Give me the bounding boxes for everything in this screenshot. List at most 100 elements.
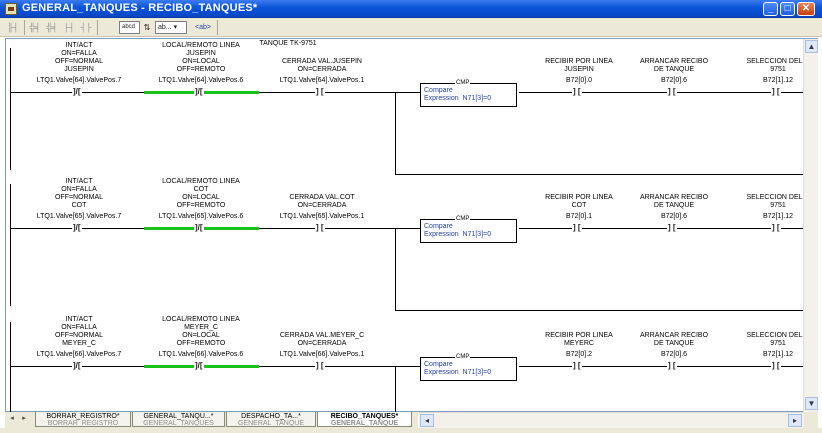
toolbar-separator	[24, 20, 25, 35]
vertical-scrollbar[interactable]: ▲ ▼	[803, 39, 818, 412]
branch-wire	[395, 228, 396, 310]
contact-description: CERRADA VAL.JUSEPIN ON=CERRADA	[281, 58, 362, 73]
contact-tag: LTQ1.Valve[66].ValvePos.6	[158, 351, 244, 358]
tab-general-tanque[interactable]: RECIBO_TANQUES* GENERAL_TANQUE	[317, 412, 412, 427]
rung-wire	[519, 92, 803, 93]
output-tag: B72[0].6	[660, 351, 688, 358]
compare-instruction-tag: CMP	[455, 354, 471, 361]
contact-description: INT/ACT ON=FALLA OFF=NORMAL MEYER_C	[54, 316, 104, 347]
contact-tag: LTQ1.Valve[64].ValvePos.1	[279, 77, 365, 84]
normally-closed-contact[interactable]: ]/[	[194, 224, 204, 232]
scroll-down-icon[interactable]: ▼	[805, 397, 818, 410]
branch-bottom-wire	[395, 174, 803, 175]
contact-tag: LTQ1.Valve[66].ValvePos.1	[279, 351, 365, 358]
tab-scroll-left-icon[interactable]: ◂	[7, 414, 17, 424]
title-bar[interactable]: GENERAL_TANQUES - RECIBO_TANQUES* _ □ ✕	[0, 0, 822, 18]
tab-general-tanque[interactable]: DESPACHO_TA...* GENERAL_TANQUE	[226, 412, 316, 427]
normally-open-contact[interactable]: ] [	[572, 88, 582, 96]
output-tag: B72[0].1	[565, 213, 593, 220]
close-button[interactable]: ✕	[797, 2, 815, 16]
contact-tag: LTQ1.Valve[64].ValvePos.7	[36, 77, 122, 84]
scroll-right-icon[interactable]: ▸	[788, 414, 802, 427]
compare-label: Compare	[424, 361, 453, 368]
contact-description: LOCAL/REMOTO LINEA JUSEPIN ON=LOCAL OFF=…	[162, 42, 240, 73]
toolbar-button-2[interactable]: ╬╡	[28, 21, 42, 34]
rung-wire	[519, 366, 803, 367]
tab-label: GENERAL_TANQU...*	[143, 413, 214, 420]
toolbar-button-4[interactable]: ├┤	[62, 21, 76, 34]
normally-closed-contact[interactable]: ]/[	[194, 88, 204, 96]
output-tag: B72[0].2	[565, 351, 593, 358]
normally-open-contact[interactable]: ] [	[572, 362, 582, 370]
toolbar-button-1[interactable]: ╟┤	[6, 21, 20, 34]
scroll-up-icon[interactable]: ▲	[805, 40, 818, 53]
chevron-down-icon: ▾	[173, 24, 178, 31]
rung-wire	[395, 366, 420, 367]
normally-closed-contact[interactable]: ]/[	[72, 224, 82, 232]
tab-borrar-registro[interactable]: BORRAR_REGISTRO* BORRAR_REGISTRO	[35, 412, 131, 427]
normally-open-contact[interactable]: ] [	[315, 88, 325, 96]
normally-open-contact[interactable]: ] [	[667, 88, 677, 96]
tab-ghost-label: GENERAL_TANQUE	[330, 420, 399, 427]
routine-tabbar: ◂ ▸ BORRAR_REGISTRO* BORRAR_REGISTRO GENER…	[5, 412, 418, 428]
contact-description: INT/ACT ON=FALLA OFF=NORMAL COT	[54, 178, 104, 209]
compare-instruction-tag: CMP	[455, 216, 471, 223]
normally-open-contact[interactable]: ] [	[771, 88, 781, 96]
swap-icon[interactable]: ⇅	[142, 21, 152, 34]
compare-expression: Expression N71[3]=0	[424, 369, 492, 376]
contact-description: CERRADA VAL.COT ON=CERRADA	[289, 194, 355, 209]
branch-wire	[395, 92, 396, 174]
output-description: ARRANCAR RECIBO DE TANQUE	[639, 332, 709, 347]
app-icon	[5, 3, 17, 15]
branch-bottom-wire	[395, 310, 803, 311]
normally-closed-contact[interactable]: ]/[	[72, 88, 82, 96]
normally-open-contact[interactable]: ] [	[667, 362, 677, 370]
contact-tag: LTQ1.Valve[66].ValvePos.7	[36, 351, 122, 358]
rung-wire	[395, 228, 420, 229]
output-description: ARRANCAR RECIBO DE TANQUE	[639, 58, 709, 73]
normally-open-contact[interactable]: ] [	[771, 224, 781, 232]
output-description: ARRANCAR RECIBO DE TANQUE	[639, 194, 709, 209]
output-tag: B72[0].6	[660, 77, 688, 84]
contact-description: LOCAL/REMOTO LINEA COT ON=LOCAL OFF=REMO…	[162, 178, 240, 209]
contact-tag: LTQ1.Valve[65].ValvePos.6	[158, 213, 244, 220]
horizontal-scrollbar[interactable]: ◂ ▸	[419, 412, 804, 428]
scrollbar-corner	[804, 412, 818, 428]
normally-open-contact[interactable]: ] [	[667, 224, 677, 232]
toolbar-button-5[interactable]: ┤├	[79, 21, 93, 34]
normally-open-contact[interactable]: ] [	[315, 362, 325, 370]
window-title: GENERAL_TANQUES - RECIBO_TANQUES*	[22, 2, 258, 14]
description-dropdown[interactable]: ab... ▾	[155, 21, 187, 34]
output-tag: B72[0].6	[660, 213, 688, 220]
normally-closed-contact[interactable]: ]/[	[194, 362, 204, 370]
contact-tag: LTQ1.Valve[65].ValvePos.7	[36, 213, 122, 220]
rung-wire	[395, 92, 420, 93]
tab-ghost-label: BORRAR_REGISTRO	[47, 420, 119, 427]
contact-tag: LTQ1.Valve[64].ValvePos.6	[158, 77, 244, 84]
toolbar-button-3[interactable]: ╬╡	[45, 21, 59, 34]
tab-label: BORRAR_REGISTRO*	[46, 413, 120, 420]
normally-closed-contact[interactable]: ]/[	[72, 362, 82, 370]
tab-general-tanques[interactable]: GENERAL_TANQU...* GENERAL_TANQUES	[132, 412, 225, 427]
output-tag: B72[0].0	[565, 77, 593, 84]
compare-label: Compare	[424, 223, 453, 230]
toolbar: ╟┤ ╬╡ ╬╡ ├┤ ┤├ abcd ⇅ ab... ▾ <ab>	[0, 18, 822, 37]
tag-display-box[interactable]: abcd	[119, 21, 140, 34]
normally-open-contact[interactable]: ] [	[315, 224, 325, 232]
rung-wire	[519, 228, 803, 229]
compare-instruction-tag: CMP	[455, 80, 471, 87]
maximize-button[interactable]: □	[780, 2, 795, 16]
tab-ghost-label: GENERAL_TANQUES	[143, 420, 214, 427]
compare-expression: Expression N71[3]=0	[424, 231, 492, 238]
contact-tag: LTQ1.Valve[65].ValvePos.1	[279, 213, 365, 220]
scroll-left-icon[interactable]: ◂	[420, 414, 434, 427]
contact-description: LOCAL/REMOTO LINEA MEYER_C ON=LOCAL OFF=…	[162, 316, 240, 347]
minimize-button[interactable]: _	[763, 2, 778, 16]
address-toggle-button[interactable]: <ab>	[192, 21, 214, 34]
normally-open-contact[interactable]: ] [	[771, 362, 781, 370]
contact-description: INT/ACT ON=FALLA OFF=NORMAL JUSEPIN	[54, 42, 104, 73]
tab-scroll-right-icon[interactable]: ▸	[19, 414, 29, 424]
toolbar-separator	[97, 20, 98, 35]
normally-open-contact[interactable]: ] [	[572, 224, 582, 232]
output-description: RECIBIR POR LINEA COT	[545, 194, 613, 209]
